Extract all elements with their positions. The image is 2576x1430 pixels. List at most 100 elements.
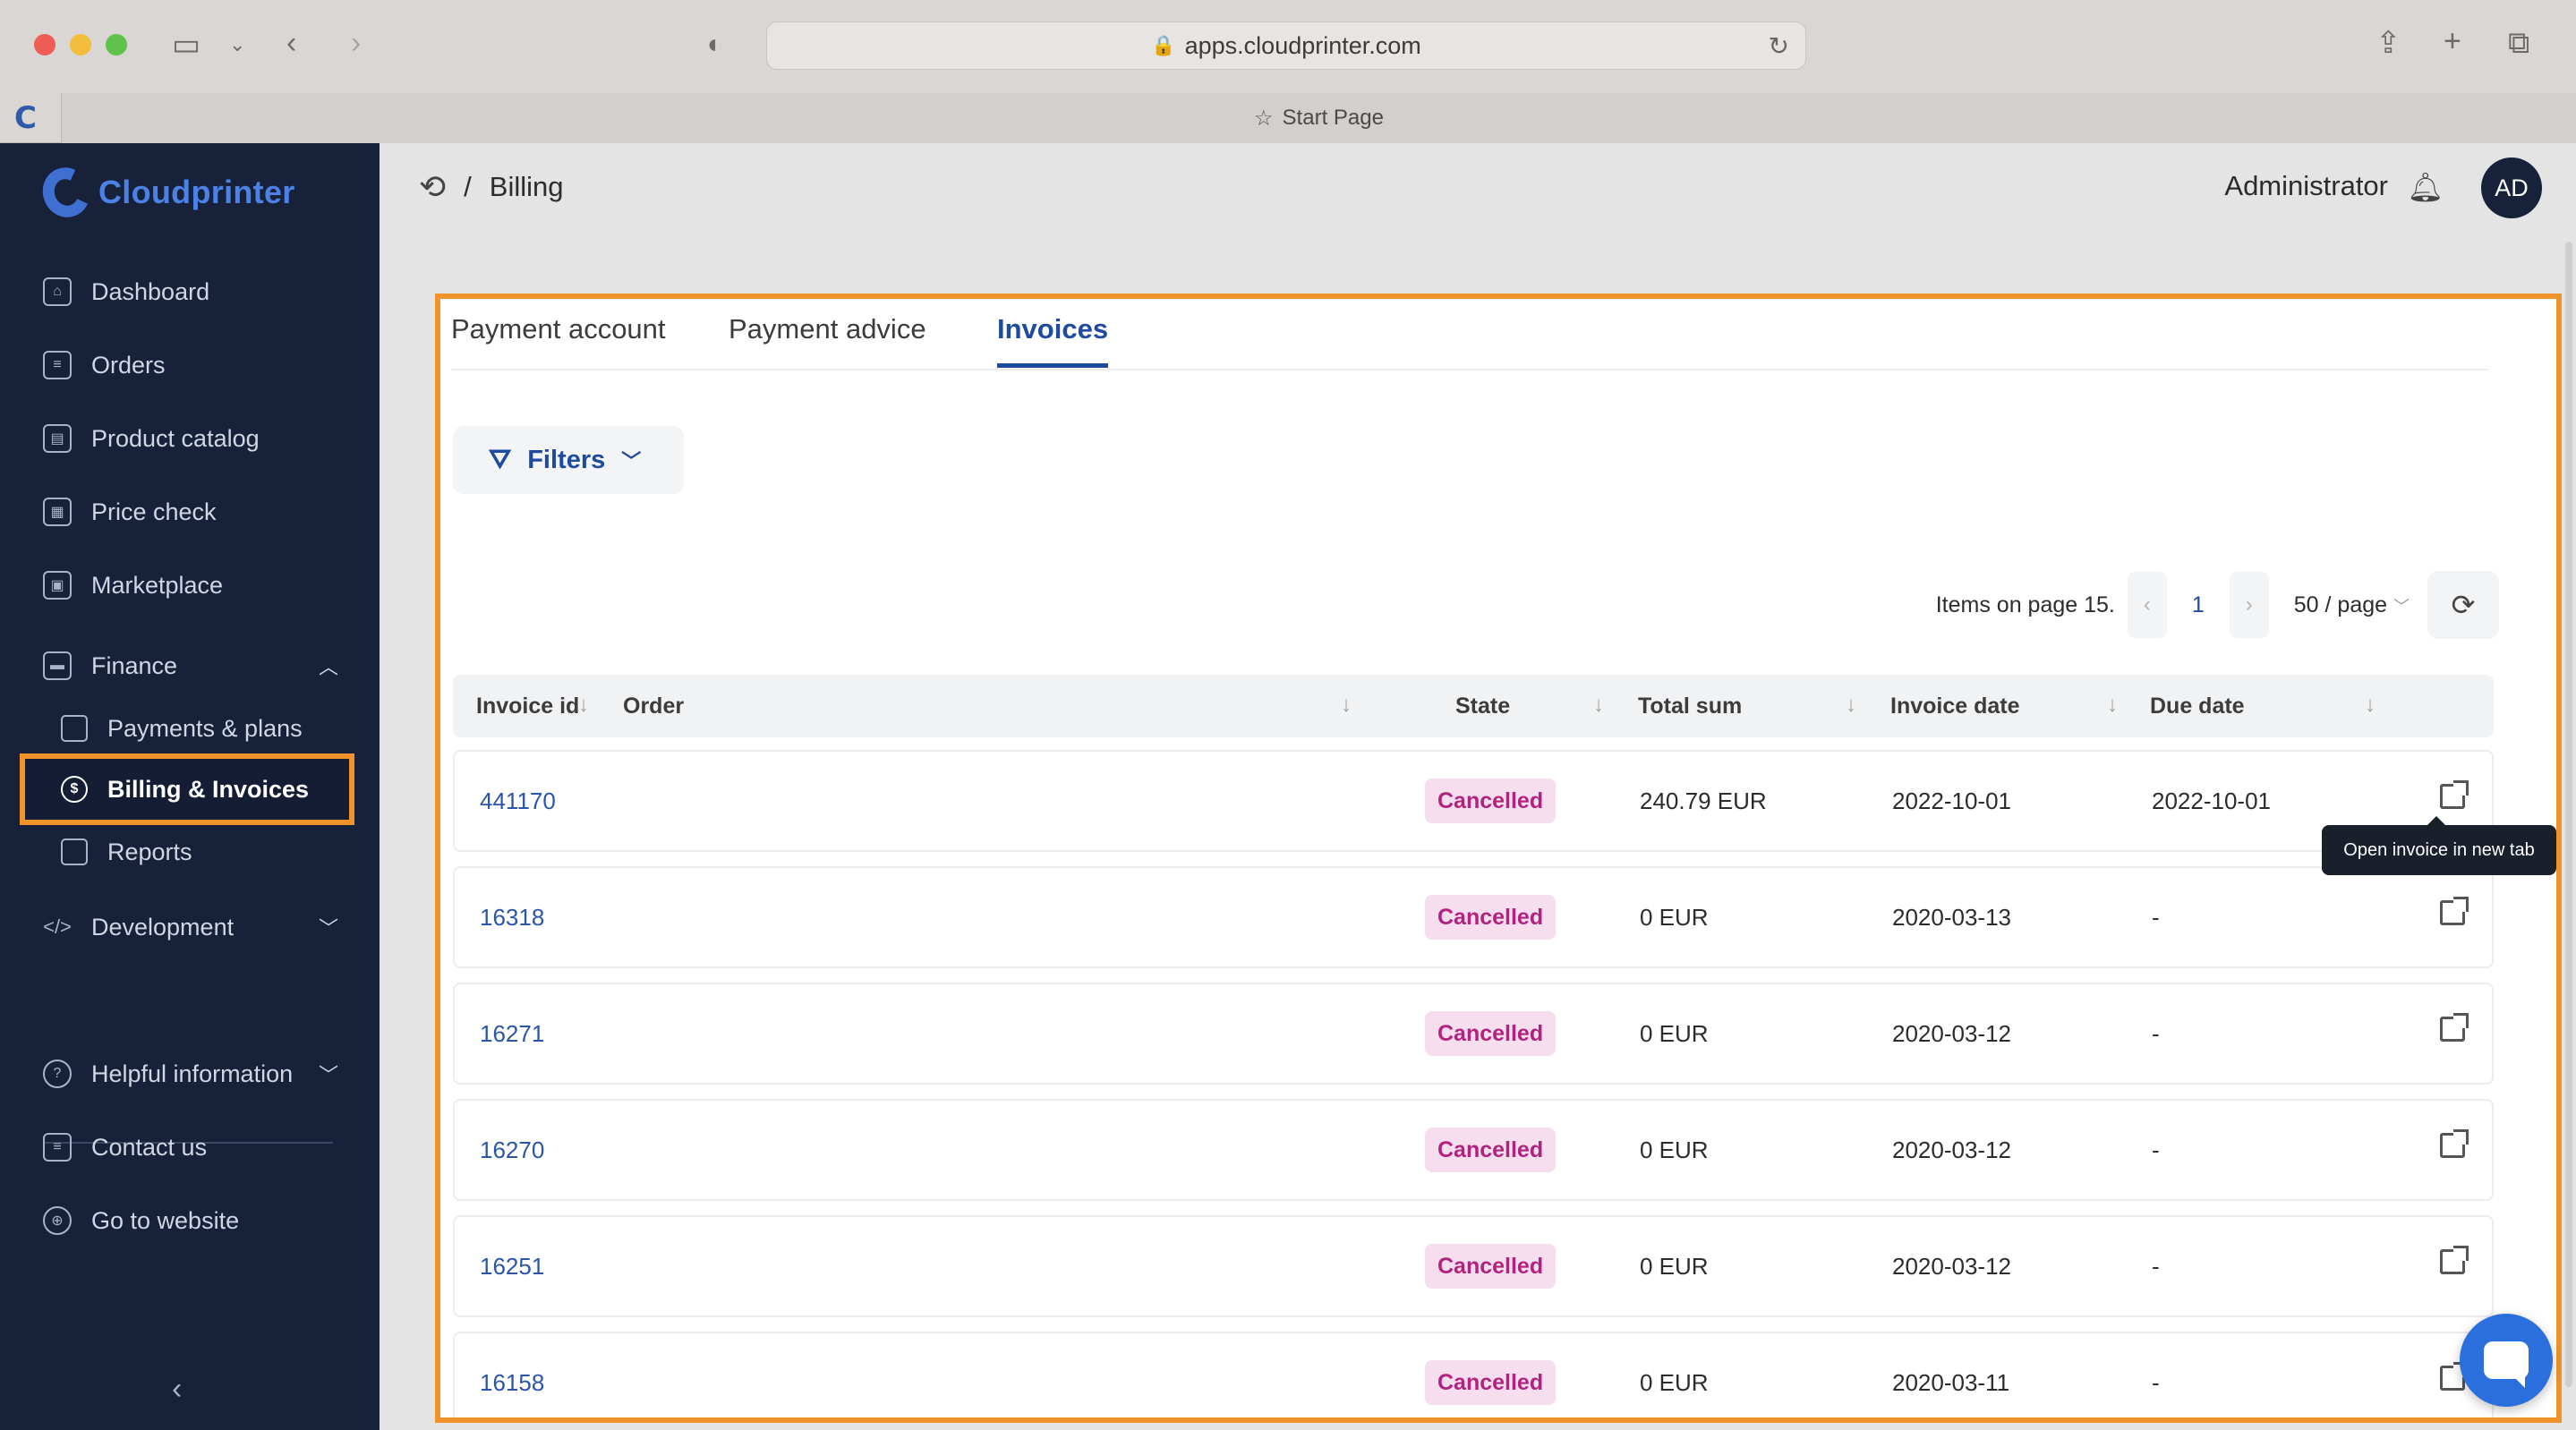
status-badge: Cancelled <box>1425 1128 1557 1172</box>
sidebar-item-go-to-website[interactable]: ⊕ Go to website <box>43 1197 338 1244</box>
total-sum: 0 EUR <box>1640 1020 1709 1047</box>
back-icon[interactable]: ‹ <box>286 25 296 61</box>
chat-icon <box>2484 1341 2529 1388</box>
sort-arrow-icon[interactable]: ↓ <box>578 693 589 718</box>
tab-overview-icon[interactable]: ⧉ <box>2508 25 2529 61</box>
invoice-date: 2022-10-01 <box>1892 787 2011 814</box>
forward-icon[interactable]: › <box>351 25 361 61</box>
page-size-select[interactable]: 50 / page ﹀ <box>2294 592 2410 618</box>
open-external-icon[interactable] <box>2440 780 2469 809</box>
url-bar[interactable]: 🔒 apps.cloudprinter.com ↻ <box>766 21 1806 70</box>
due-date: - <box>2152 1020 2160 1047</box>
column-order[interactable]: Order <box>623 694 684 719</box>
sidebar-item-label: Contact us <box>91 1133 208 1161</box>
breadcrumb: ⟲ / Billing <box>419 168 564 206</box>
due-date: - <box>2152 1369 2160 1396</box>
sidebar-item-product-catalog[interactable]: ▤ Product catalog <box>43 415 338 462</box>
filters-button[interactable]: ⛛ Filters ﹀ <box>453 426 684 494</box>
chat-widget-button[interactable] <box>2460 1314 2553 1407</box>
minimize-window-button[interactable] <box>70 34 91 55</box>
open-external-icon[interactable] <box>2440 897 2469 925</box>
column-state[interactable]: State <box>1455 694 1510 719</box>
zoom-window-button[interactable] <box>106 34 127 55</box>
brand-logo[interactable]: Cloudprinter <box>35 160 295 225</box>
due-date: 2022-10-01 <box>2152 787 2271 814</box>
reload-icon[interactable]: ↻ <box>1769 31 1789 61</box>
sort-arrow-icon[interactable]: ↓ <box>1846 693 1856 718</box>
open-external-icon[interactable] <box>2440 1129 2469 1158</box>
total-sum: 0 EUR <box>1640 904 1709 931</box>
sidebar-item-label: Reports <box>107 838 192 865</box>
invoice-id-link[interactable]: 16251 <box>480 1253 544 1281</box>
browser-tab[interactable]: ☆ Start Page <box>61 93 2576 143</box>
user-name[interactable]: Administrator <box>2224 170 2388 202</box>
prev-page-button[interactable]: ‹ <box>2127 572 2167 638</box>
sidebar-item-dashboard[interactable]: ⌂ Dashboard <box>43 268 338 315</box>
pagination: Items on page 15. ‹ 1 › 50 / page ﹀ ⟳ <box>1936 571 2499 639</box>
invoice-id-link[interactable]: 441170 <box>480 787 556 815</box>
close-window-button[interactable] <box>34 34 55 55</box>
sidebar-item-marketplace[interactable]: ▣ Marketplace <box>43 562 338 609</box>
next-page-button[interactable]: › <box>2229 572 2269 638</box>
avatar[interactable]: AD <box>2481 157 2542 218</box>
sidebar: Cloudprinter ⌂ Dashboard ≡ Orders ▤ Prod… <box>0 143 380 1430</box>
cloudprinter-logo-icon <box>35 160 98 225</box>
invoice-id-link[interactable]: 16158 <box>480 1369 544 1397</box>
top-bar: ⟲ / Billing Administrator 🔔︎ AD <box>380 143 2576 233</box>
tab-payment-advice[interactable]: Payment advice <box>729 313 926 363</box>
sidebar-item-orders[interactable]: ≡ Orders <box>43 342 338 388</box>
sidebar-item-price-check[interactable]: ▦ Price check <box>43 489 338 535</box>
scrollbar[interactable] <box>2565 242 2572 1387</box>
table-row: 16271 Cancelled 0 EUR 2020-03-12 - <box>453 983 2494 1085</box>
column-invoice-date[interactable]: Invoice date <box>1890 694 2020 719</box>
sort-arrow-icon[interactable]: ↓ <box>1341 693 1352 718</box>
open-external-icon[interactable] <box>2440 1013 2469 1042</box>
refresh-icon[interactable]: ⟳ <box>2427 571 2499 639</box>
report-icon <box>61 838 88 865</box>
chevron-down-icon[interactable]: ⌄ <box>229 27 245 63</box>
favicon-icon[interactable]: C <box>14 102 47 134</box>
status-badge: Cancelled <box>1425 1360 1557 1405</box>
current-page-number[interactable]: 1 <box>2192 592 2205 618</box>
column-due-date[interactable]: Due date <box>2150 694 2245 719</box>
bell-icon[interactable]: 🔔︎ <box>2407 170 2444 204</box>
sidebar-item-helpful-information[interactable]: ? Helpful information ﹀ <box>43 1051 338 1097</box>
total-sum: 240.79 EUR <box>1640 787 1767 814</box>
collapse-sidebar-icon[interactable]: ‹ <box>172 1372 182 1407</box>
sidebar-item-finance[interactable]: ▬ Finance ︿ <box>43 643 338 689</box>
open-external-icon[interactable] <box>2440 1246 2469 1274</box>
sort-arrow-icon[interactable]: ↓ <box>2365 693 2376 718</box>
tab-invoices[interactable]: Invoices <box>997 313 1109 368</box>
column-invoice-id[interactable]: Invoice id <box>476 694 579 719</box>
sidebar-toggle-icon[interactable]: ▭ <box>172 27 200 63</box>
due-date: - <box>2152 904 2160 931</box>
sidebar-item-contact-us[interactable]: ≡ Contact us <box>43 1124 338 1170</box>
column-total-sum[interactable]: Total sum <box>1638 694 1742 719</box>
chevron-up-icon: ︿ <box>318 656 338 678</box>
sidebar-item-label: Finance <box>91 651 178 679</box>
sort-arrow-icon[interactable]: ↓ <box>1593 693 1604 718</box>
sidebar-item-billing-invoices[interactable]: $ Billing & Invoices <box>20 753 354 825</box>
help-icon: ? <box>43 1060 72 1088</box>
sidebar-item-payments-plans[interactable]: Payments & plans <box>61 705 347 752</box>
new-tab-icon[interactable]: + <box>2444 23 2461 59</box>
printer-icon: ▤ <box>43 424 72 453</box>
tooltip: Open invoice in new tab <box>2322 816 2556 875</box>
privacy-shield-icon[interactable]: ◐ <box>707 27 723 63</box>
sidebar-item-development[interactable]: </> Development ﹀ <box>43 904 338 950</box>
breadcrumb-separator: / <box>464 171 472 202</box>
status-badge: Cancelled <box>1425 1011 1557 1056</box>
chevron-down-icon: ﹀ <box>621 450 642 472</box>
invoice-id-link[interactable]: 16318 <box>480 904 544 932</box>
tab-payment-account[interactable]: Payment account <box>451 313 666 363</box>
invoice-id-link[interactable]: 16271 <box>480 1020 544 1048</box>
share-icon[interactable]: ⇪ <box>2376 25 2401 61</box>
table-row: 441170 Cancelled 240.79 EUR 2022-10-01 2… <box>453 750 2494 852</box>
table-row: 16158 Cancelled 0 EUR 2020-03-11 - <box>453 1332 2494 1417</box>
sidebar-item-reports[interactable]: Reports <box>61 829 347 875</box>
sidebar-item-label: Development <box>91 913 235 941</box>
sort-arrow-icon[interactable]: ↓ <box>2107 693 2118 718</box>
history-icon[interactable]: ⟲ <box>419 168 446 206</box>
invoice-id-link[interactable]: 16270 <box>480 1136 544 1164</box>
status-badge: Cancelled <box>1425 895 1557 940</box>
